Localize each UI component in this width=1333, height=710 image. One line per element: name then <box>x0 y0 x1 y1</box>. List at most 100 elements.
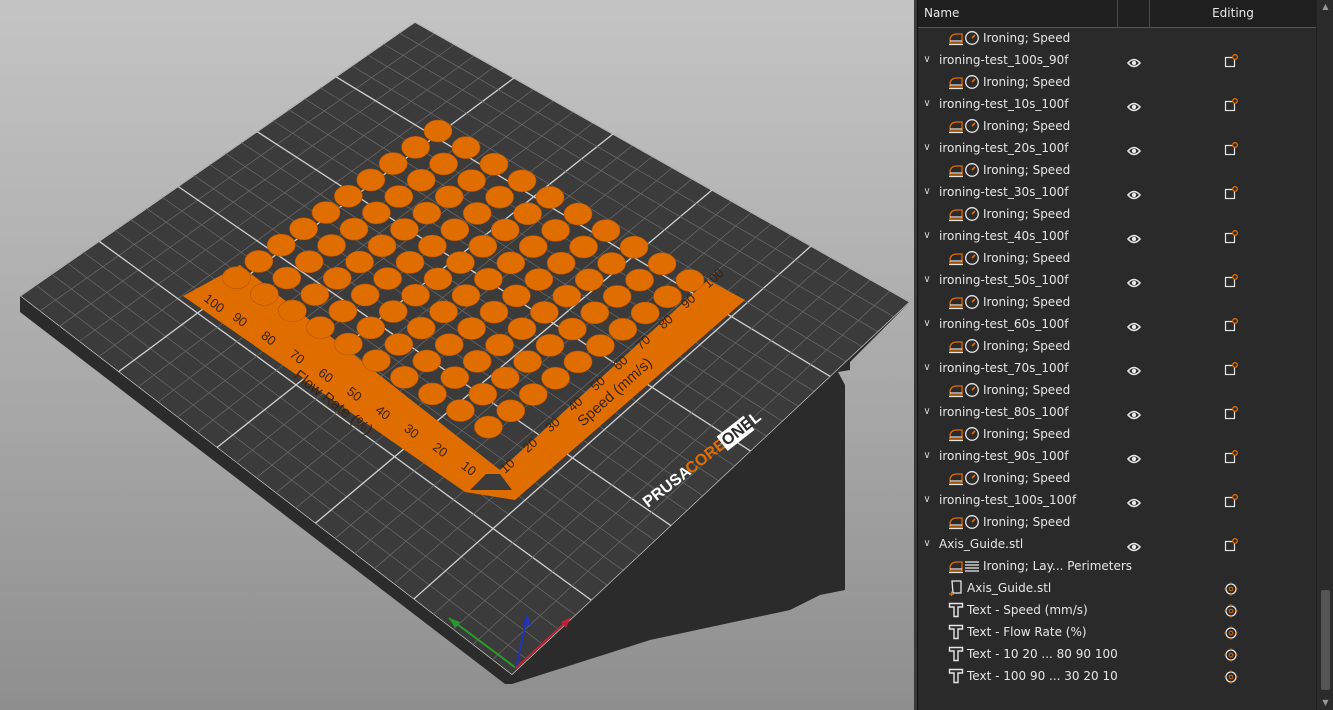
settings-row[interactable]: Ironing; Speed <box>918 423 1316 445</box>
object-row[interactable]: ∨ ironing-test_70s_100f <box>918 357 1316 379</box>
ironing-test-disc[interactable] <box>496 251 526 275</box>
chevron-down-icon[interactable]: ∨ <box>921 269 933 291</box>
ironing-test-disc[interactable] <box>440 366 470 389</box>
ironing-test-disc[interactable] <box>401 283 430 307</box>
column-name[interactable]: Name <box>918 0 1118 27</box>
ironing-test-disc[interactable] <box>479 300 509 324</box>
ironing-test-disc[interactable] <box>367 234 397 257</box>
ironing-test-disc[interactable] <box>289 217 318 241</box>
ironing-test-disc[interactable] <box>334 184 363 208</box>
ironing-test-disc[interactable] <box>490 218 520 242</box>
ironing-test-disc[interactable] <box>608 317 638 341</box>
chevron-down-icon[interactable]: ∨ <box>921 533 933 555</box>
ironing-test-disc[interactable] <box>530 301 559 324</box>
edit-settings-icon[interactable] <box>1224 229 1238 244</box>
ironing-test-disc[interactable] <box>513 350 542 373</box>
gear-icon[interactable] <box>1224 647 1238 662</box>
ironing-test-disc[interactable] <box>574 268 604 292</box>
ironing-test-disc[interactable] <box>462 202 492 225</box>
settings-row[interactable]: Ironing; Speed <box>918 71 1316 93</box>
ironing-test-disc[interactable] <box>457 169 486 192</box>
eye-icon[interactable] <box>1126 98 1142 112</box>
chevron-down-icon[interactable]: ∨ <box>921 181 933 203</box>
ironing-test-disc[interactable] <box>563 350 593 374</box>
ironing-test-disc[interactable] <box>406 316 436 340</box>
object-row[interactable]: ∨ ironing-test_100s_100f <box>918 489 1316 511</box>
eye-icon[interactable] <box>1126 538 1142 552</box>
ironing-test-disc[interactable] <box>378 152 408 175</box>
chevron-down-icon[interactable]: ∨ <box>921 93 933 115</box>
edit-settings-icon[interactable] <box>1224 361 1238 376</box>
eye-icon[interactable] <box>1126 362 1142 376</box>
object-row[interactable]: ∨ ironing-test_80s_100f <box>918 401 1316 423</box>
ironing-test-disc[interactable] <box>244 250 274 273</box>
ironing-test-disc[interactable] <box>418 382 447 406</box>
object-row[interactable]: ∨ ironing-test_20s_100f <box>918 137 1316 159</box>
settings-row[interactable]: Ironing; Speed <box>918 467 1316 489</box>
3d-viewport[interactable]: 100 90 80 70 60 50 40 30 20 10 10 20 30 40 50 60 70 80 90 1… <box>0 0 914 710</box>
ironing-test-disc[interactable] <box>384 185 414 208</box>
ironing-test-disc[interactable] <box>462 349 492 373</box>
object-row[interactable]: ∨ ironing-test_60s_100f <box>918 313 1316 335</box>
ironing-test-disc[interactable] <box>311 201 341 224</box>
ironing-test-disc[interactable] <box>373 267 402 290</box>
ironing-test-disc[interactable] <box>507 169 537 193</box>
ironing-test-disc[interactable] <box>266 233 296 257</box>
column-visibility[interactable] <box>1118 0 1150 27</box>
ironing-test-disc[interactable] <box>412 201 442 225</box>
ironing-test-disc[interactable] <box>558 317 587 341</box>
print-bed-scene[interactable]: 100908070605040302010 1020304050607080901… <box>0 0 914 710</box>
ironing-test-disc[interactable] <box>552 284 582 308</box>
ironing-test-disc[interactable] <box>457 317 486 340</box>
ironing-test-disc[interactable] <box>479 152 509 176</box>
ironing-test-disc[interactable] <box>429 152 458 176</box>
ironing-test-disc[interactable] <box>434 185 464 209</box>
ironing-test-disc[interactable] <box>345 250 374 274</box>
eye-icon[interactable] <box>1126 318 1142 332</box>
ironing-test-disc[interactable] <box>356 316 386 340</box>
ironing-test-disc[interactable] <box>619 235 649 259</box>
ironing-test-disc[interactable] <box>518 383 548 406</box>
settings-row[interactable]: Ironing; Speed <box>918 203 1316 225</box>
ironing-test-disc[interactable] <box>507 317 537 341</box>
ironing-test-disc[interactable] <box>535 333 565 357</box>
ironing-test-disc[interactable] <box>541 366 570 390</box>
text-part-row[interactable]: Text - Flow Rate (%) <box>918 621 1316 643</box>
ironing-test-disc[interactable] <box>322 266 352 290</box>
scroll-thumb[interactable] <box>1321 590 1330 690</box>
settings-row[interactable]: Ironing; Speed <box>918 335 1316 357</box>
settings-row[interactable]: Ironing; Speed <box>918 159 1316 181</box>
settings-row[interactable]: Ironing; Lay... Perimeters <box>918 555 1316 577</box>
gear-icon[interactable] <box>1224 625 1238 640</box>
ironing-test-disc[interactable] <box>513 202 542 225</box>
text-part-row[interactable]: Text - Speed (mm/s) <box>918 599 1316 621</box>
ironing-test-disc[interactable] <box>485 333 514 357</box>
chevron-down-icon[interactable]: ∨ <box>921 49 933 71</box>
ironing-test-disc[interactable] <box>518 235 548 258</box>
ironing-test-disc[interactable] <box>412 349 442 373</box>
chevron-down-icon[interactable]: ∨ <box>921 489 933 511</box>
ironing-test-disc[interactable] <box>423 267 453 291</box>
ironing-test-disc[interactable] <box>591 219 621 242</box>
ironing-test-disc[interactable] <box>580 301 610 325</box>
edit-settings-icon[interactable] <box>1224 537 1238 552</box>
ironing-test-disc[interactable] <box>384 333 414 356</box>
object-tree[interactable]: Ironing; Speed ∨ ironing-test_100s_90f Iron… <box>918 27 1316 710</box>
ironing-test-disc[interactable] <box>362 349 391 373</box>
ironing-test-disc[interactable] <box>328 299 358 323</box>
settings-row[interactable]: Ironing; Speed <box>918 115 1316 137</box>
settings-row[interactable]: Ironing; Speed <box>918 291 1316 313</box>
settings-row[interactable]: Ironing; Speed <box>918 379 1316 401</box>
ironing-test-disc[interactable] <box>350 283 380 307</box>
edit-settings-icon[interactable] <box>1224 273 1238 288</box>
ironing-test-disc[interactable] <box>378 300 408 323</box>
ironing-test-disc[interactable] <box>390 218 419 241</box>
ironing-test-disc[interactable] <box>446 399 475 422</box>
eye-icon[interactable] <box>1126 406 1142 420</box>
ironing-test-disc[interactable] <box>602 285 632 308</box>
ironing-test-disc[interactable] <box>468 235 498 258</box>
eye-icon[interactable] <box>1126 230 1142 244</box>
eye-icon[interactable] <box>1126 142 1142 156</box>
chevron-down-icon[interactable]: ∨ <box>921 357 933 379</box>
ironing-test-disc[interactable] <box>586 334 615 357</box>
